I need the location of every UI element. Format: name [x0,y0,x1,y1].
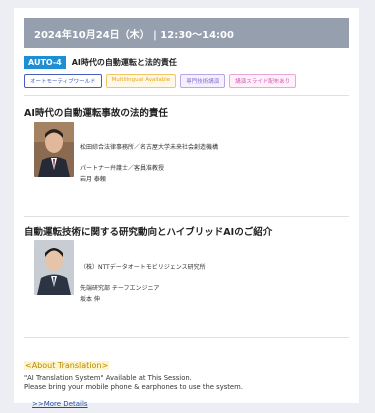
speaker-name: 岩月 泰頼 [80,176,106,183]
tag-technical-lecture: 専門技術講演 [180,74,226,88]
speaker-position: パートナー弁護士／客員准教授 [80,165,165,172]
tag-multilingual: Multilingual Available [105,74,177,88]
divider [24,337,349,338]
session-title: AI時代の自動運転と法的責任 [71,58,177,67]
session-tags: オートモーティブワールド Multilingual Available 専門技術… [24,74,297,88]
divider [24,216,349,217]
divider [24,95,349,96]
translation-info-line: "AI Translation System" Available at Thi… [24,374,192,382]
session-heading: AUTO-4 AI時代の自動運転と法的責任 [24,56,177,69]
speaker-affiliation: 松田綜合法律事務所／名古屋大学未来社会創造機構 [80,144,219,151]
speaker-photo [34,122,74,177]
more-details-link[interactable]: >>More Details [32,400,88,408]
tag-slides-distributed: 講演スライド配布あり [229,74,297,88]
tag-automotive-world: オートモーティブワールド [24,74,102,88]
session-datetime-header: 2024年10月24日（木） | 12:30～14:00 [24,18,349,48]
talk-title: AI時代の自動運転事故の法的責任 [24,108,168,119]
session-datetime: 2024年10月24日（木） | 12:30～14:00 [34,29,234,41]
translation-info-line: Please bring your mobile phone & earphon… [24,383,243,391]
speaker-position: 先端研究部 チーフエンジニア [80,285,160,292]
speaker-affiliation: （株）NTTデータオートモビリジェンス研究所 [80,264,206,271]
translation-info: <About Translation> "AI Translation Syst… [24,353,349,408]
translation-info-title: <About Translation> [24,361,110,370]
talk-title: 自動運転技術に関する研究動向とハイブリッドAIのご紹介 [24,227,273,238]
speaker-name: 坂本 伸 [80,296,100,303]
session-card: 2024年10月24日（木） | 12:30～14:00 AUTO-4 AI時代… [14,8,359,408]
session-code-badge: AUTO-4 [24,56,66,69]
speaker-photo [34,240,74,295]
